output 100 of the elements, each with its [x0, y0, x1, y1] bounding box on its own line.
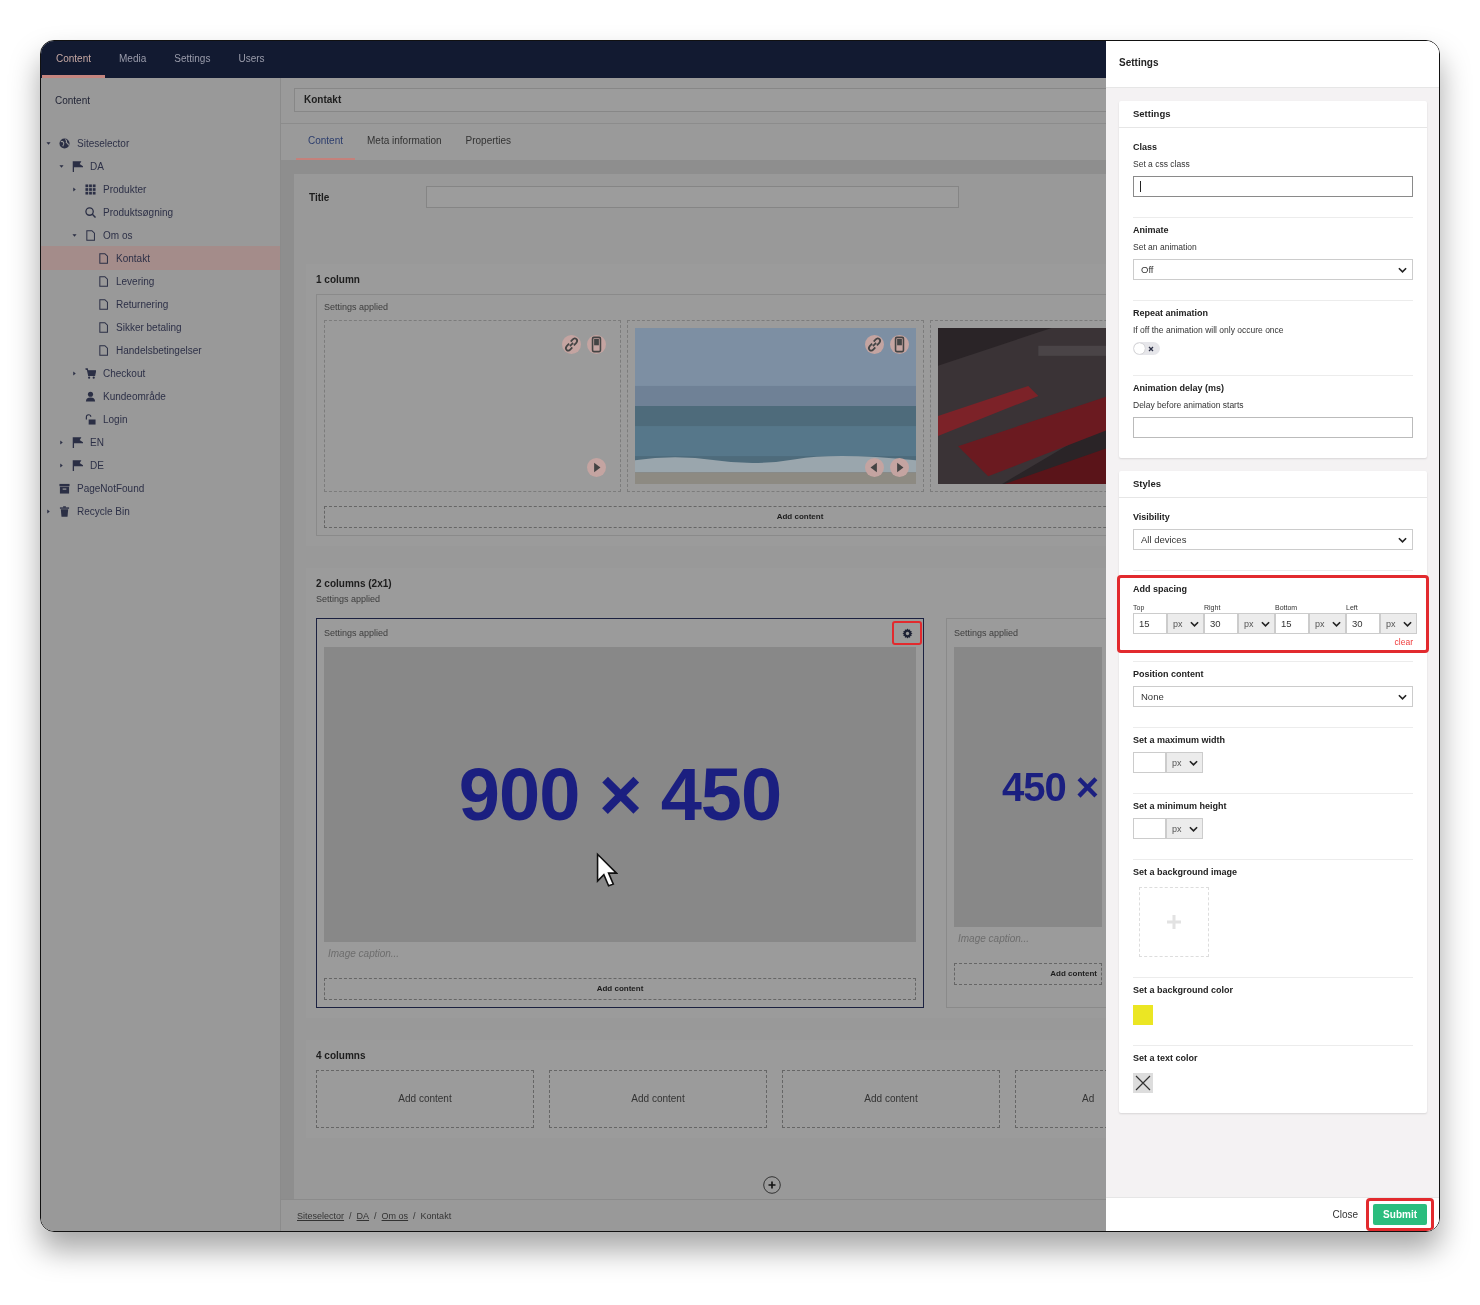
text-input[interactable] — [1133, 176, 1413, 197]
link-icon[interactable] — [865, 335, 884, 354]
dropdown[interactable]: All devices — [1133, 529, 1413, 550]
unit-dropdown[interactable]: px — [1167, 613, 1204, 634]
caret-icon[interactable] — [59, 163, 64, 169]
tree-item[interactable]: Sikker betaling — [41, 315, 280, 339]
breadcrumb-link[interactable]: DA — [356, 1210, 370, 1221]
tree-item[interactable]: Produkter — [41, 177, 280, 201]
tree-item[interactable]: Siteselector — [41, 131, 280, 155]
nav-tab[interactable]: Settings — [160, 41, 225, 78]
dropdown[interactable]: Off — [1133, 259, 1413, 280]
breadcrumb-separator: / — [349, 1210, 352, 1221]
text-input[interactable] — [1133, 417, 1413, 438]
settings-note: Settings applied — [324, 302, 390, 312]
section-title: 4 columns — [316, 1050, 367, 1062]
add-content-button[interactable]: Add content — [954, 963, 1102, 985]
add-content-button[interactable]: Add content — [316, 1070, 534, 1128]
settings-note: Settings applied — [954, 628, 1019, 638]
dropdown[interactable]: None — [1133, 686, 1413, 707]
toggle-switch[interactable] — [1133, 342, 1160, 355]
settings-note: Settings applied — [324, 628, 389, 638]
tree-item[interactable]: Login — [41, 407, 280, 431]
play-icon[interactable] — [890, 458, 909, 477]
unit-dropdown[interactable]: px — [1166, 752, 1203, 773]
add-content-button[interactable]: Add content — [782, 1070, 1000, 1128]
link-icon[interactable] — [562, 335, 581, 354]
number-input[interactable]: 15 — [1133, 613, 1167, 634]
color-swatch[interactable] — [1133, 1005, 1153, 1025]
sidebar-title: Content — [54, 95, 92, 107]
tree-item[interactable]: Produktsøgning — [41, 200, 280, 224]
field-label: Position content — [1133, 668, 1205, 680]
clear-link[interactable]: clear — [1133, 637, 1413, 647]
submit-button[interactable]: Submit — [1373, 1204, 1427, 1225]
color-swatch[interactable] — [1133, 1073, 1153, 1093]
tree-item[interactable]: Recycle Bin — [41, 499, 280, 523]
phone-icon[interactable] — [890, 335, 909, 354]
padlock-icon — [85, 413, 96, 425]
unit-dropdown[interactable]: px — [1309, 613, 1346, 634]
breadcrumb-link[interactable]: Om os — [381, 1210, 409, 1221]
number-input[interactable] — [1133, 752, 1166, 773]
tree-item[interactable]: Returnering — [41, 292, 280, 316]
unit-dropdown[interactable]: px — [1166, 818, 1203, 839]
card-title: Settings — [1119, 101, 1427, 128]
field-label: Animation delay (ms) — [1133, 382, 1225, 394]
field-label: Title — [308, 191, 331, 203]
settings-icon[interactable] — [901, 627, 913, 639]
close-button[interactable]: Close — [1330, 1205, 1361, 1224]
name-field[interactable]: Kontakt — [294, 88, 1106, 112]
section-title: 1 column — [316, 274, 361, 286]
play-icon[interactable] — [587, 458, 606, 477]
tab[interactable]: Meta information — [355, 124, 454, 160]
breadcrumb-link[interactable]: Siteselector — [297, 1210, 345, 1221]
card-title: Styles — [1119, 471, 1427, 498]
chevron-down-icon — [1332, 620, 1341, 627]
person-icon — [85, 390, 96, 402]
phone-icon[interactable] — [587, 335, 606, 354]
number-input[interactable]: 15 — [1275, 613, 1309, 634]
number-input[interactable]: 30 — [1346, 613, 1380, 634]
caret-icon[interactable] — [59, 439, 64, 445]
flag-icon — [72, 436, 83, 448]
document-icon — [85, 229, 96, 241]
tab[interactable]: Properties — [453, 124, 524, 160]
archive-icon — [59, 482, 70, 494]
caret-icon[interactable] — [72, 232, 77, 238]
nav-tab[interactable]: Users — [224, 41, 279, 78]
number-input[interactable] — [1133, 818, 1166, 839]
field-label: Set a text color — [1133, 1052, 1199, 1064]
tree-item[interactable]: DE — [41, 453, 280, 477]
caret-icon[interactable] — [59, 462, 64, 468]
document-icon — [98, 275, 109, 287]
tree-item[interactable]: DA — [41, 154, 280, 178]
tree-item[interactable]: Om os — [41, 223, 280, 247]
field-hint: Set a css class — [1133, 158, 1191, 170]
number-input[interactable]: 30 — [1204, 613, 1238, 634]
document-icon — [98, 321, 109, 333]
tree-item[interactable]: Kontakt — [41, 246, 280, 270]
add-icon[interactable] — [763, 1176, 781, 1194]
caret-icon[interactable] — [46, 508, 51, 514]
tree-item[interactable]: Kundeområde — [41, 384, 280, 408]
tree-item[interactable]: Checkout — [41, 361, 280, 385]
nav-tab[interactable]: Media — [105, 41, 161, 78]
field-label: Add spacing — [1133, 583, 1188, 595]
caret-icon[interactable] — [72, 370, 77, 376]
add-content-button[interactable]: Add content — [549, 1070, 767, 1128]
flag-icon — [72, 160, 83, 172]
search-icon — [85, 206, 96, 218]
flag-icon — [72, 459, 83, 471]
tree-item[interactable]: EN — [41, 430, 280, 454]
chevron-down-icon — [1189, 759, 1198, 766]
unit-dropdown[interactable]: px — [1380, 613, 1417, 634]
breadcrumb-separator: / — [413, 1210, 416, 1221]
tree-item[interactable]: Handelsbetingelser — [41, 338, 280, 362]
caret-icon[interactable] — [46, 140, 51, 146]
caret-icon[interactable] — [72, 186, 77, 192]
tree-item[interactable]: PageNotFound — [41, 476, 280, 500]
tree-item[interactable]: Levering — [41, 269, 280, 293]
globe-icon — [59, 137, 70, 149]
unit-dropdown[interactable]: px — [1238, 613, 1275, 634]
chevron-down-icon — [1398, 693, 1407, 700]
add-content-button[interactable]: Add content — [324, 978, 916, 1000]
